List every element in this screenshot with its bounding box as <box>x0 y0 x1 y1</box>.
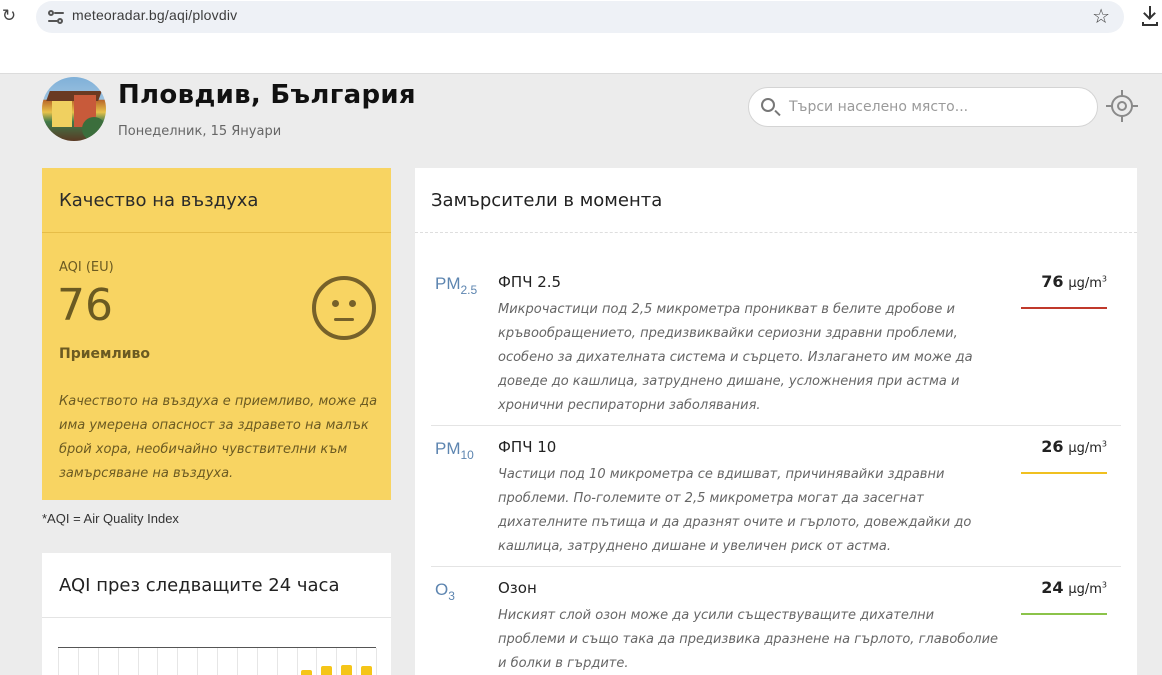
divider <box>42 617 391 618</box>
chart-gridline <box>98 648 99 675</box>
chart-gridline <box>138 648 139 675</box>
chart-gridline <box>58 648 59 675</box>
chart-gridline <box>177 648 178 675</box>
pollutant-name: ФПЧ 10 <box>498 438 557 456</box>
divider <box>415 232 1137 233</box>
chart-gridline <box>376 648 377 675</box>
pollutant-name: ФПЧ 2.5 <box>498 273 562 291</box>
pollutant-value: 24 µg/m3 <box>1041 578 1107 597</box>
chart-gridline <box>78 648 79 675</box>
page-title: Пловдив, България <box>118 80 416 110</box>
search-icon <box>761 98 775 112</box>
pollutant-row-o3: O3 Озон Ниският слой озон може да усили … <box>431 574 1121 675</box>
aqi-index-label: AQI (EU) <box>59 260 114 275</box>
pollutant-symbol: PM2.5 <box>435 274 478 297</box>
pollutant-row-pm25: PM2.5 ФПЧ 2.5 Микрочастици под 2,5 микро… <box>431 268 1121 426</box>
pollutant-description: Ниският слой озон може да усили съществу… <box>498 608 999 671</box>
divider <box>42 232 391 233</box>
aqi-card: Качество на въздуха AQI (EU) 76 Приемлив… <box>42 168 391 500</box>
pollutant-name: Озон <box>498 579 537 597</box>
pollutant-row-pm10: PM10 ФПЧ 10 Частици под 10 микрометра се… <box>431 433 1121 567</box>
city-avatar <box>42 77 106 141</box>
neutral-face-icon <box>312 276 376 340</box>
bookmark-star-icon[interactable]: ☆ <box>1092 4 1110 28</box>
forecast-bar <box>301 670 312 675</box>
chart-gridline <box>336 648 337 675</box>
pollutant-symbol: PM10 <box>435 439 474 462</box>
chart-gridline <box>277 648 278 675</box>
aqi-value: 76 <box>57 280 113 331</box>
browser-toolbar: ↻ meteoradar.bg/aqi/plovdiv ☆ <box>0 0 1162 74</box>
chart-gridline <box>257 648 258 675</box>
chart-gridline <box>217 648 218 675</box>
pollutants-card: Замърсители в момента PM2.5 ФПЧ 2.5 Микр… <box>415 168 1137 675</box>
forecast-chart <box>58 647 377 675</box>
pollutant-value: 26 µg/m3 <box>1041 437 1107 456</box>
forecast-bar <box>341 665 352 675</box>
aqi-footnote: *AQI = Air Quality Index <box>42 511 179 526</box>
locate-icon[interactable] <box>1106 90 1138 122</box>
chart-gridline <box>197 648 198 675</box>
chart-gridline <box>157 648 158 675</box>
aqi-description: Качеството на въздуха е приемливо, може … <box>59 394 378 481</box>
search-input[interactable]: Търси населено място... <box>789 99 968 115</box>
chart-gridline <box>356 648 357 675</box>
aqi-level: Приемливо <box>59 346 151 362</box>
pollutant-level-bar <box>1021 613 1107 615</box>
site-settings-icon[interactable] <box>48 10 64 24</box>
pollutant-level-bar <box>1021 307 1107 309</box>
chart-gridline <box>316 648 317 675</box>
download-icon[interactable] <box>1139 4 1161 28</box>
pollutant-description: Микрочастици под 2,5 микрометра прониква… <box>498 302 973 413</box>
pollutant-description: Частици под 10 микрометра се вдишват, пр… <box>498 467 972 554</box>
pollutant-level-bar <box>1021 472 1107 474</box>
chart-gridline <box>118 648 119 675</box>
url-text[interactable]: meteoradar.bg/aqi/plovdiv <box>72 7 237 23</box>
chart-gridline <box>297 648 298 675</box>
pollutant-symbol: O3 <box>435 580 455 603</box>
pollutants-title: Замърсители в момента <box>431 190 663 211</box>
forecast-bar <box>321 666 332 675</box>
aqi-card-title: Качество на въздуха <box>59 190 259 211</box>
search-box[interactable]: Търси населено място... <box>748 87 1098 127</box>
date-label: Понеделник, 15 Януари <box>118 124 282 139</box>
forecast-bar <box>361 666 372 675</box>
forecast-title: AQI през следващите 24 часа <box>59 575 340 596</box>
pollutant-value: 76 µg/m3 <box>1041 272 1107 291</box>
forecast-card: AQI през следващите 24 часа <box>42 553 391 675</box>
address-bar[interactable]: meteoradar.bg/aqi/plovdiv ☆ <box>36 1 1124 33</box>
chart-gridline <box>237 648 238 675</box>
reload-icon[interactable]: ↻ <box>0 5 18 27</box>
